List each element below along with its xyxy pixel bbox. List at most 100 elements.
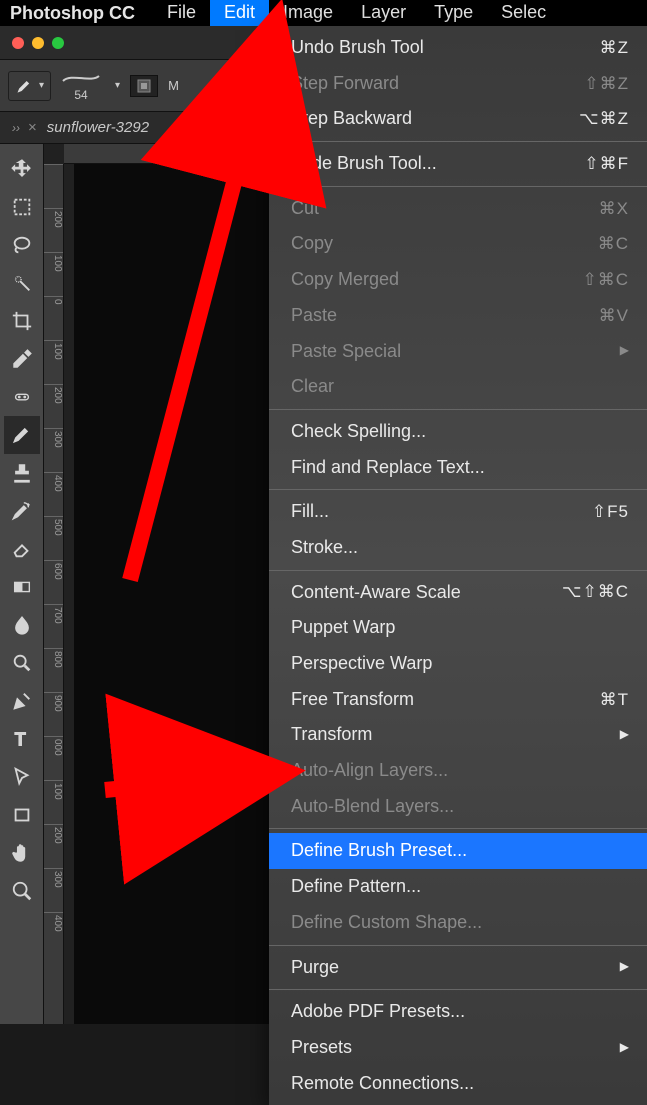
menu-item-fill[interactable]: Fill...⇧F5 — [269, 494, 647, 530]
menu-item-copy-merged: Copy Merged ⇧⌘C — [269, 262, 647, 298]
tool-path-selection[interactable] — [4, 758, 40, 796]
brush-size-label: 54 — [74, 89, 87, 101]
tool-move[interactable] — [4, 150, 40, 188]
menu-shortcut: ⇧⌘C — [582, 266, 629, 294]
menu-item-puppet-warp[interactable]: Puppet Warp — [269, 610, 647, 646]
tool-marquee[interactable] — [4, 188, 40, 226]
menu-item-copy: Copy ⌘C — [269, 226, 647, 262]
menu-item-adobe-pdf-presets[interactable]: Adobe PDF Presets... — [269, 994, 647, 1030]
menu-item-transform[interactable]: Transform▶ — [269, 717, 647, 753]
menu-item-label: Copy Merged — [291, 265, 399, 295]
tool-pen[interactable] — [4, 682, 40, 720]
menu-item-label: Step Forward — [291, 69, 399, 99]
collapse-icon[interactable]: ›› — [12, 121, 20, 135]
traffic-lights — [12, 37, 64, 49]
menu-item-free-transform[interactable]: Free Transform ⌘T — [269, 682, 647, 718]
menu-image[interactable]: Image — [269, 0, 347, 26]
document-tab[interactable]: sunflower-3292 — [47, 119, 149, 136]
toolbox: T — [0, 144, 44, 1024]
close-tab-button[interactable]: × — [28, 119, 37, 136]
tool-magic-wand[interactable] — [4, 264, 40, 302]
menu-item-label: Presets — [291, 1033, 352, 1063]
tool-dodge[interactable] — [4, 644, 40, 682]
menu-item-step-forward: Step Forward ⇧⌘Z — [269, 66, 647, 102]
tool-preset-picker[interactable]: ▾ — [8, 71, 51, 101]
app-name: Photoshop CC — [10, 3, 135, 24]
tool-history-brush[interactable] — [4, 492, 40, 530]
menu-item-define-brush-preset[interactable]: Define Brush Preset... — [269, 833, 647, 869]
menu-item-undo-brush-tool[interactable]: Undo Brush Tool⌘Z — [269, 30, 647, 66]
chevron-down-icon: ▾ — [115, 80, 120, 91]
menu-item-cut: Cut ⌘X — [269, 191, 647, 227]
menu-shortcut: ⌘T — [600, 686, 629, 714]
menu-item-find-and-replace-text[interactable]: Find and Replace Text... — [269, 450, 647, 486]
menu-item-label: Content-Aware Scale — [291, 578, 461, 608]
edit-menu-dropdown: Undo Brush Tool⌘ZStep Forward ⇧⌘Z Step Bac… — [269, 26, 647, 1105]
menu-item-label: Perspective Warp — [291, 649, 432, 679]
menu-item-paste: Paste ⌘V — [269, 298, 647, 334]
mac-menubar: Photoshop CC File Edit Image Layer Type … — [0, 0, 647, 26]
menu-select[interactable]: Selec — [487, 0, 560, 26]
submenu-arrow-icon: ▶ — [620, 1038, 629, 1058]
menu-item-label: Find and Replace Text... — [291, 453, 485, 483]
ruler-vertical[interactable]: 2001000100200300400500600700800900000100… — [44, 164, 64, 1024]
menu-item-remote-connections[interactable]: Remote Connections... — [269, 1066, 647, 1102]
tool-blur[interactable] — [4, 606, 40, 644]
menu-item-label: Copy — [291, 229, 333, 259]
menu-shortcut: ⌘V — [599, 302, 629, 330]
tool-hand[interactable] — [4, 834, 40, 872]
tool-healing-brush[interactable] — [4, 378, 40, 416]
menu-item-content-aware-scale[interactable]: Content-Aware Scale ⌥⇧⌘C — [269, 575, 647, 611]
menu-item-stroke[interactable]: Stroke... — [269, 530, 647, 566]
menu-item-label: Transform — [291, 720, 372, 750]
menu-item-define-custom-shape: Define Custom Shape... — [269, 905, 647, 941]
menu-shortcut: ⇧⌘Z — [584, 70, 629, 98]
menu-type[interactable]: Type — [420, 0, 487, 26]
menu-shortcut: ⌥⇧⌘C — [562, 578, 629, 606]
submenu-arrow-icon: ▶ — [620, 957, 629, 977]
close-window-button[interactable] — [12, 37, 24, 49]
menu-shortcut: ⌘X — [599, 195, 629, 223]
menu-layer[interactable]: Layer — [347, 0, 420, 26]
menu-item-label: Define Pattern... — [291, 872, 421, 902]
menu-item-check-spelling[interactable]: Check Spelling... — [269, 414, 647, 450]
menu-item-label: Fade Brush Tool... — [291, 149, 437, 179]
tool-zoom[interactable] — [4, 872, 40, 910]
menu-shortcut: ⌥⌘Z — [579, 105, 629, 133]
brush-panel-toggle[interactable] — [130, 75, 158, 97]
menu-item-label: Paste — [291, 301, 337, 331]
tool-eraser[interactable] — [4, 530, 40, 568]
menu-item-define-pattern[interactable]: Define Pattern... — [269, 869, 647, 905]
menu-item-label: Free Transform — [291, 685, 414, 715]
tool-crop[interactable] — [4, 302, 40, 340]
tool-lasso[interactable] — [4, 226, 40, 264]
menu-item-presets[interactable]: Presets ▶ — [269, 1030, 647, 1066]
menu-item-label: Auto-Blend Layers... — [291, 792, 454, 822]
menu-item-fade-brush-tool[interactable]: Fade Brush Tool...⇧⌘F — [269, 146, 647, 182]
menu-shortcut: ⌘C — [598, 230, 629, 258]
zoom-window-button[interactable] — [52, 37, 64, 49]
brush-preset-picker[interactable]: 54 — [61, 71, 101, 101]
minimize-window-button[interactable] — [32, 37, 44, 49]
svg-text:T: T — [14, 728, 25, 749]
menu-item-label: Adobe PDF Presets... — [291, 997, 465, 1027]
tool-type[interactable]: T — [4, 720, 40, 758]
menu-item-label: Stroke... — [291, 533, 358, 563]
mode-label-cut: M — [168, 78, 179, 93]
menu-item-label: Check Spelling... — [291, 417, 426, 447]
menu-item-label: Cut — [291, 194, 319, 224]
menu-item-label: Step Backward — [291, 104, 412, 134]
menu-item-purge[interactable]: Purge▶ — [269, 950, 647, 986]
menu-edit[interactable]: Edit — [210, 0, 269, 26]
tool-stamp[interactable] — [4, 454, 40, 492]
tool-rectangle[interactable] — [4, 796, 40, 834]
menu-item-label: Undo Brush Tool — [291, 33, 424, 63]
menu-item-auto-blend-layers: Auto-Blend Layers... — [269, 789, 647, 825]
menu-shortcut: ⇧F5 — [592, 498, 629, 526]
menu-item-perspective-warp[interactable]: Perspective Warp — [269, 646, 647, 682]
menu-file[interactable]: File — [153, 0, 210, 26]
menu-item-step-backward[interactable]: Step Backward ⌥⌘Z — [269, 101, 647, 137]
tool-brush[interactable] — [4, 416, 40, 454]
tool-eyedropper[interactable] — [4, 340, 40, 378]
tool-gradient[interactable] — [4, 568, 40, 606]
